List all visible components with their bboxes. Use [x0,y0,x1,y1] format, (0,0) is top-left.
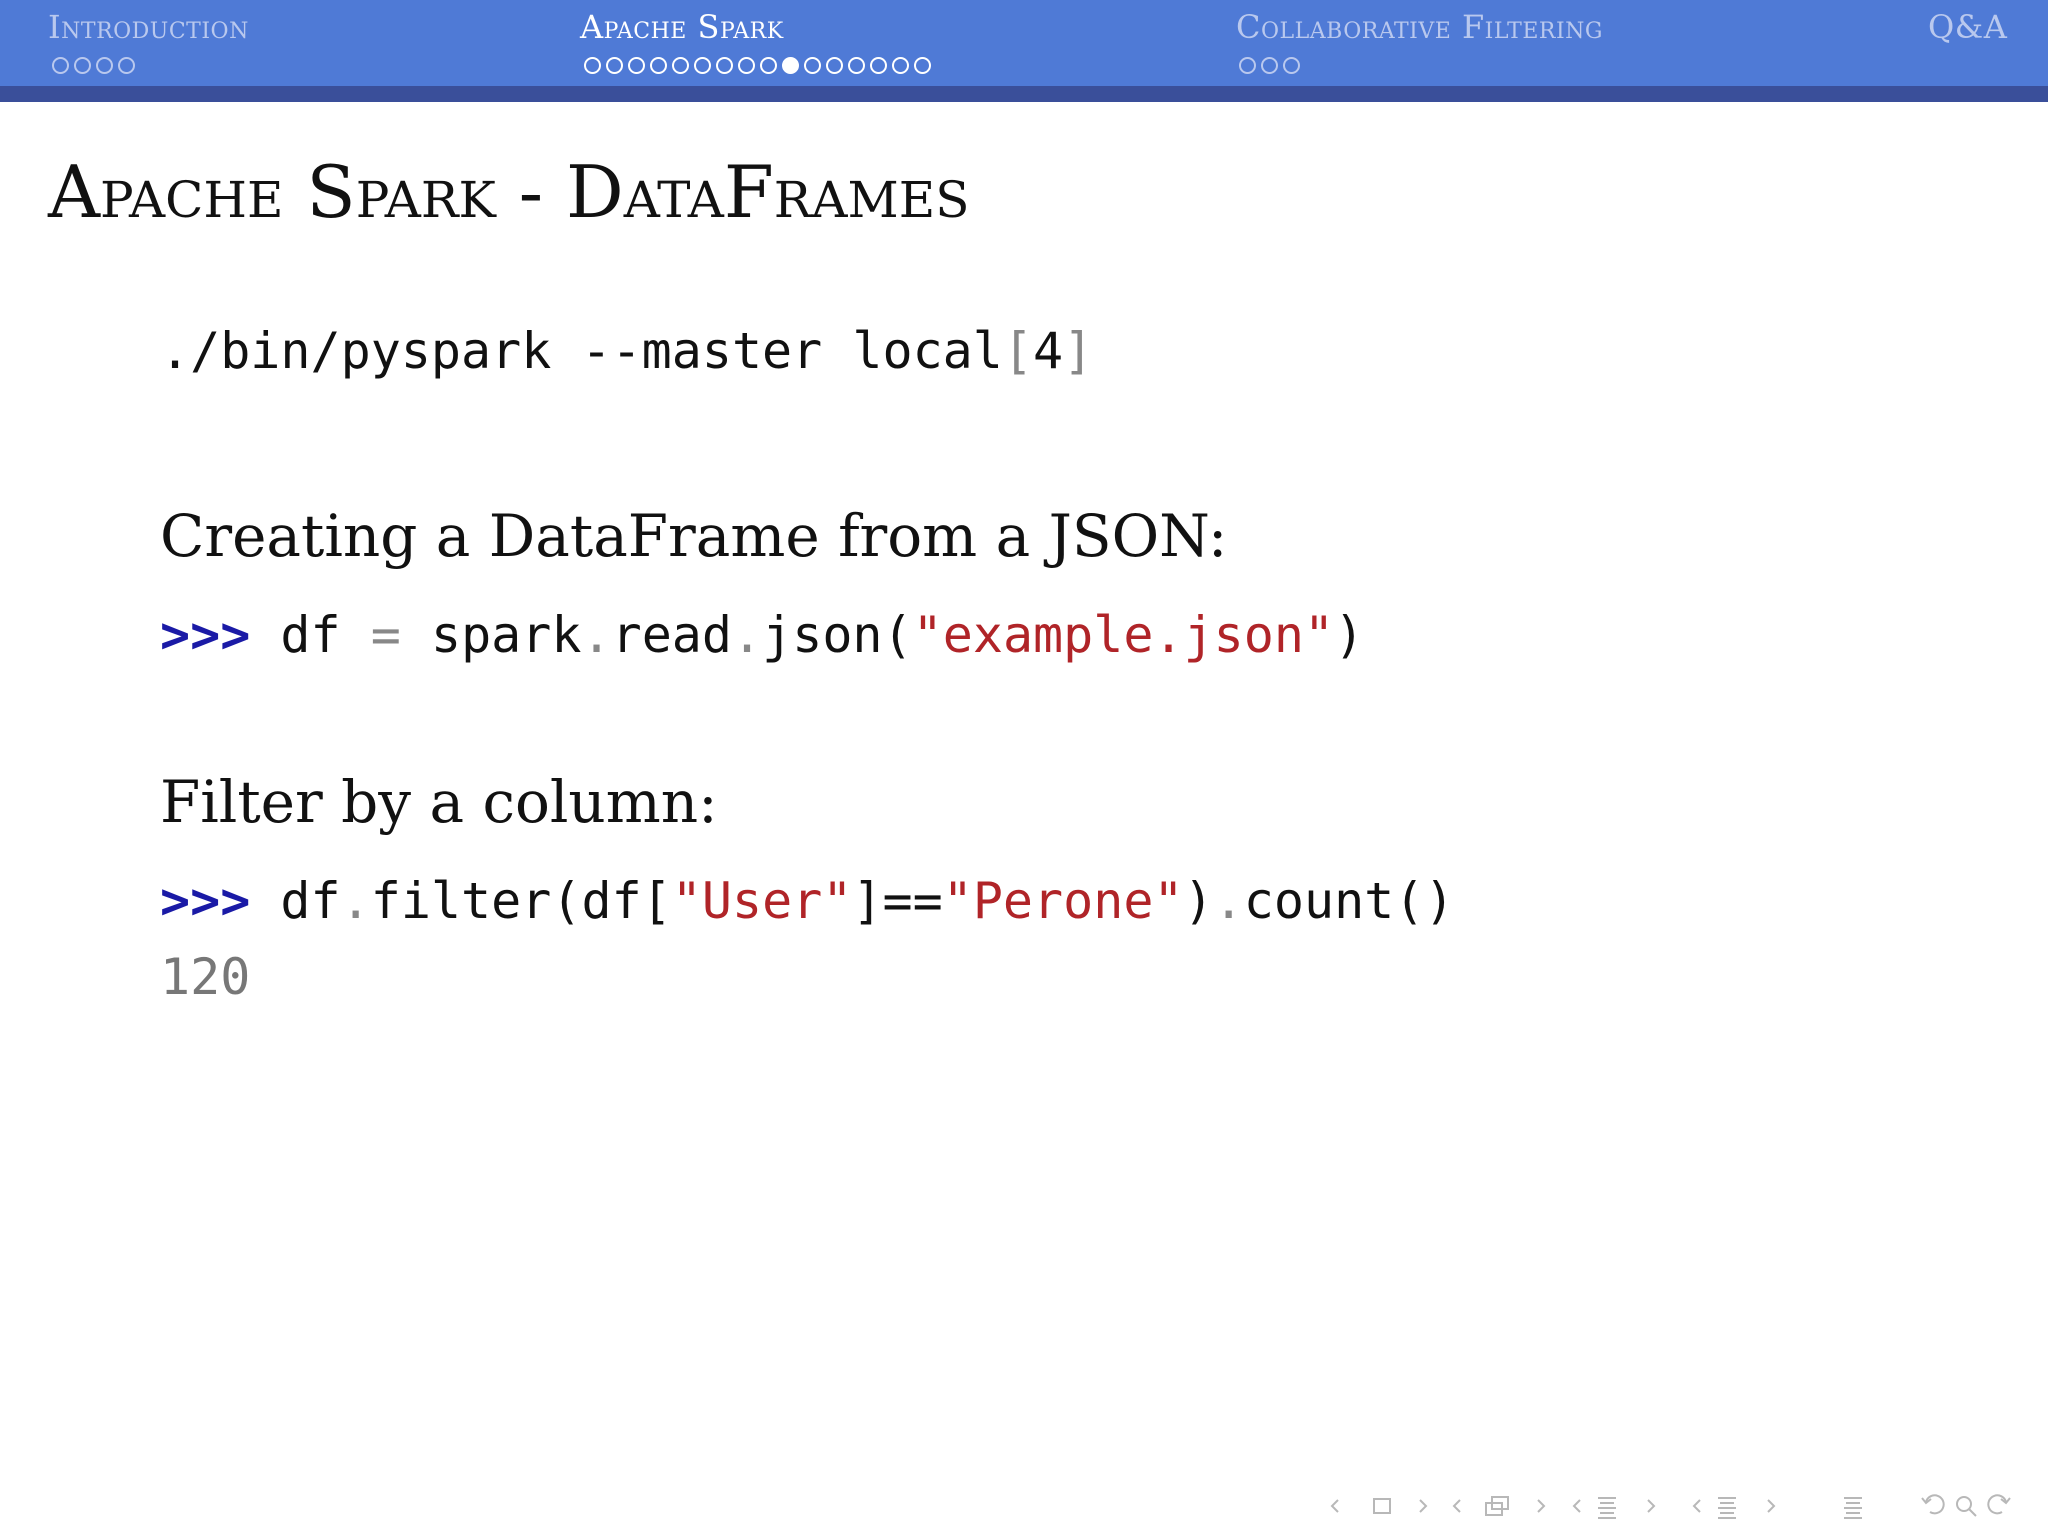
frame-dot[interactable] [694,56,711,74]
nav-prev-frame-icon[interactable] [1452,1499,1461,1513]
nav-frame-icon[interactable] [1485,1496,1509,1516]
heading-filter-column: Filter by a column: [160,768,718,836]
frame-dot[interactable] [584,56,601,74]
navigation-header: Introduction Apache Spark Collaborative … [0,0,2048,86]
frame-dot[interactable] [606,56,623,74]
bracket-close: ] [1063,322,1094,380]
code-token: df [280,606,341,664]
heading-create-dataframe: Creating a DataFrame from a JSON: [160,502,1228,570]
frame-dot[interactable] [52,56,69,74]
beamer-navigation [1330,1494,2011,1519]
frame-dot[interactable] [892,56,909,74]
nav-subsection-icon[interactable] [1598,1497,1616,1519]
code-token: ) [1183,872,1214,930]
nav-section-icon[interactable] [1718,1497,1736,1519]
nav-next-subsection-icon[interactable] [1647,1499,1656,1513]
frame-dot[interactable] [1239,56,1256,74]
code-token: df [280,872,341,930]
command-arg: 4 [1032,322,1064,380]
nav-next-section-icon[interactable] [1767,1499,1776,1513]
code-token: read [611,606,733,664]
nav-back-icon[interactable] [1921,1494,1945,1515]
frame-dot[interactable] [782,56,799,74]
code-token: json( [762,606,913,664]
frame-dot[interactable] [74,56,91,74]
code-filter: >>> df.filter(df["User"]=="Perone").coun… [160,872,1454,930]
code-read-json: >>> df = spark.read.json("example.json") [160,606,1364,664]
nav-slide-icon[interactable] [1373,1498,1391,1514]
code-dot: . [1213,872,1244,930]
code-token: ]== [852,872,943,930]
nav-next-slide-icon[interactable] [1419,1499,1428,1513]
nav-forward-icon[interactable] [1987,1494,2011,1515]
frame-dot[interactable] [870,56,887,74]
code-token: filter(df[ [370,872,672,930]
command-text: ./bin/pyspark --master local [160,322,1003,380]
section-link-qa[interactable]: Q&A [1928,8,2007,46]
frame-dot[interactable] [848,56,865,74]
frame-dot[interactable] [628,56,645,74]
frame-dot[interactable] [118,56,135,74]
header-divider [0,86,2048,102]
frame-dot[interactable] [760,56,777,74]
frame-dot[interactable] [716,56,733,74]
code-string: "Perone" [942,872,1184,930]
command-line: ./bin/pyspark --master local[4] [160,322,1093,380]
frame-dot[interactable] [826,56,843,74]
code-operator: = [370,606,401,664]
nav-document-icon[interactable] [1844,1497,1862,1519]
frame-dot[interactable] [1261,56,1278,74]
nav-search-icon[interactable] [1956,1496,1977,1517]
frame-dot[interactable] [650,56,667,74]
code-string: "example.json" [912,606,1335,664]
bracket-open: [ [1002,322,1033,380]
python-prompt: >>> [160,872,251,930]
code-output: 120 [160,948,251,1006]
section-dots-apache-spark [584,54,936,76]
code-string: "User" [671,872,853,930]
nav-prev-section-icon[interactable] [1692,1499,1701,1513]
frame-dot[interactable] [96,56,113,74]
slide-title: Apache Spark - DataFrames [48,150,970,234]
frame-dot[interactable] [914,56,931,74]
python-prompt: >>> [160,606,251,664]
section-dots-introduction [52,54,140,76]
nav-prev-slide-icon[interactable] [1330,1499,1339,1513]
code-dot: . [732,606,763,664]
frame-dot[interactable] [738,56,755,74]
section-link-apache-spark[interactable]: Apache Spark [580,8,784,46]
section-link-introduction[interactable]: Introduction [48,8,249,46]
code-dot: . [340,872,371,930]
code-token: ) [1334,606,1365,664]
code-token: count() [1243,872,1455,930]
frame-dot[interactable] [804,56,821,74]
section-dots-collaborative-filtering [1239,54,1305,76]
section-link-collaborative-filtering[interactable]: Collaborative Filtering [1236,8,1603,46]
code-dot: . [581,606,612,664]
nav-next-frame-icon[interactable] [1537,1499,1546,1513]
nav-prev-subsection-icon[interactable] [1572,1499,1581,1513]
frame-dot[interactable] [672,56,689,74]
code-token: spark [430,606,582,664]
frame-dot[interactable] [1283,56,1300,74]
